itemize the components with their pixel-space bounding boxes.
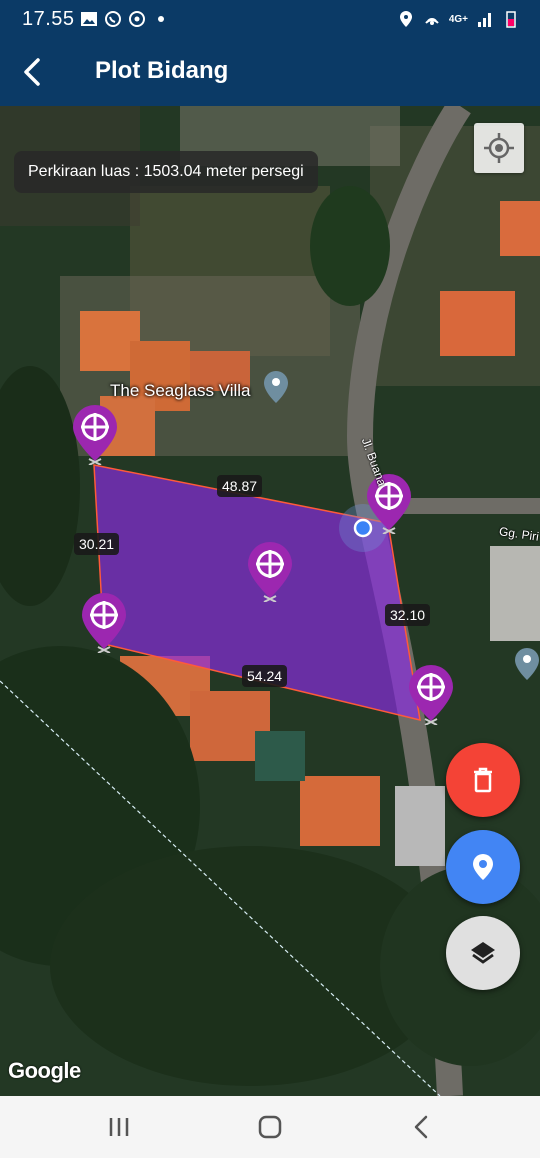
edge-length-top: 48.87: [217, 475, 263, 497]
signal-icon: [478, 13, 491, 27]
notification-icons: [80, 10, 170, 28]
location-pin-icon: [473, 854, 493, 880]
nav-back-button[interactable]: [401, 1110, 441, 1144]
system-nav-bar: [0, 1096, 540, 1158]
trash-icon: [474, 767, 492, 793]
satellite-map[interactable]: The Seaglass Villa Jl. Buana Gg. Piri 48…: [0, 106, 540, 1096]
layers-icon: [471, 942, 495, 964]
recents-icon: [109, 1118, 129, 1136]
vertex-marker[interactable]: [70, 403, 120, 465]
battery-icon: [506, 11, 516, 28]
sync-icon: [129, 11, 145, 27]
crosshair-icon: [484, 133, 514, 163]
home-icon: [258, 1115, 282, 1139]
system-status-icons: 4G+: [397, 10, 520, 28]
dot-icon: [158, 16, 164, 22]
google-attribution: Google: [8, 1058, 81, 1083]
edge-length-bottom: 54.24: [242, 665, 288, 687]
arrow-back-icon: [24, 58, 40, 86]
app-bar: Plot Bidang: [0, 38, 540, 106]
vertex-marker[interactable]: [406, 663, 456, 725]
network-type: 4G+: [448, 13, 468, 25]
center-marker[interactable]: [245, 540, 295, 602]
vertex-marker[interactable]: [79, 591, 129, 653]
vertex-marker[interactable]: [364, 472, 414, 534]
back-button[interactable]: [14, 52, 54, 92]
status-time: 17.55: [22, 8, 75, 30]
area-estimate: Perkiraan luas : 1503.04 meter persegi: [14, 151, 318, 193]
home-button[interactable]: [250, 1110, 290, 1144]
location-icon: [399, 11, 412, 27]
delete-button[interactable]: [446, 743, 520, 817]
my-location-button[interactable]: [474, 123, 524, 173]
hotspot-icon: [425, 18, 439, 25]
layers-button[interactable]: [446, 916, 520, 990]
back-icon: [414, 1115, 428, 1139]
edge-length-left: 30.21: [74, 533, 120, 555]
edge-length-right: 32.10: [385, 604, 431, 626]
recents-button[interactable]: [99, 1110, 139, 1144]
page-title: Plot Bidang: [95, 57, 229, 84]
place-label: The Seaglass Villa: [110, 381, 251, 400]
whatsapp-icon: [105, 11, 121, 27]
add-point-button[interactable]: [446, 830, 520, 904]
status-bar: 17.55 4G+: [0, 0, 540, 38]
image-icon: [81, 12, 97, 26]
